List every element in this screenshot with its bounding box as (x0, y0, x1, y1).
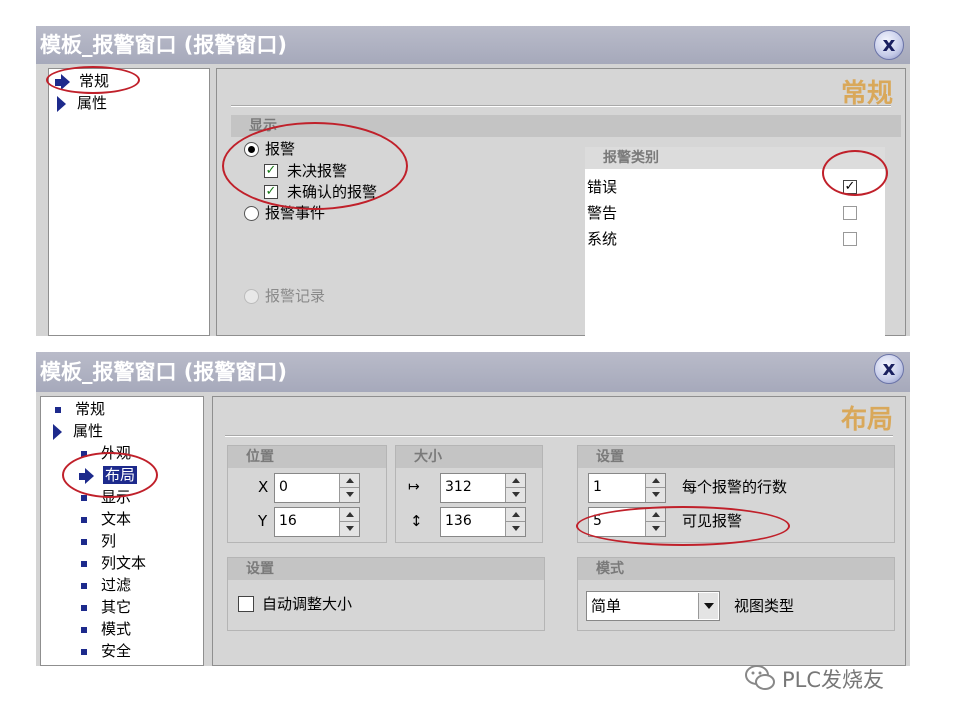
category-warning: 警告 (587, 204, 618, 222)
property-tree: 常规 属性 外观 布局 显示 文本 列 列文本 过滤 其它 模式 安全 (40, 396, 204, 666)
alarm-log-label: 报警记录 (265, 287, 326, 305)
divider (225, 435, 893, 437)
spin-buttons[interactable] (339, 508, 359, 536)
chevron-down-icon[interactable] (698, 593, 718, 619)
tree-item-other[interactable]: 其它 (81, 597, 131, 617)
view-type-value: 简单 (591, 597, 622, 615)
height-stepper[interactable]: 136 (440, 507, 526, 537)
bullet-icon (81, 582, 87, 589)
bullet-icon (81, 560, 87, 567)
x-value: 0 (279, 479, 288, 495)
width-stepper[interactable]: 312 (440, 473, 526, 503)
tree-item-label: 属性 (73, 422, 104, 440)
tree-item-general[interactable]: 常规 (55, 399, 105, 419)
bullet-icon (81, 626, 87, 633)
property-tree: 常规 属性 (48, 68, 210, 336)
mode-group: 模式 简单 视图类型 (577, 557, 895, 631)
x-label: X (258, 478, 269, 496)
width-icon: ↦ (408, 479, 420, 495)
y-position-stepper[interactable]: 16 (274, 507, 360, 537)
category-warning-checkbox[interactable] (843, 206, 857, 220)
bullet-icon (81, 516, 87, 523)
group-header-position: 位置 (228, 446, 386, 468)
dialog-title: 模板_报警窗口 (报警窗口) (40, 360, 288, 384)
tree-item-label: 列文本 (101, 554, 147, 572)
spin-buttons[interactable] (505, 474, 525, 502)
panel-heading: 布局 (840, 405, 893, 435)
spin-buttons[interactable] (339, 474, 359, 502)
position-group: 位置 X 0 Y 16 (227, 445, 387, 543)
group-header-mode: 模式 (578, 558, 894, 580)
watermark-text: PLC发烧友 (782, 668, 885, 692)
tree-item-properties[interactable]: 属性 (53, 421, 103, 441)
y-value: 16 (279, 513, 297, 529)
rows-label: 每个报警的行数 (682, 478, 788, 496)
spin-buttons[interactable] (505, 508, 525, 536)
dialog-titlebar[interactable]: 模板_报警窗口 (报警窗口) (36, 352, 910, 392)
category-system: 系统 (587, 230, 618, 248)
tree-item-label: 常规 (75, 400, 106, 418)
tree-item-mode[interactable]: 模式 (81, 619, 131, 639)
autosize-group: 设置 自动调整大小 (227, 557, 545, 631)
category-error: 错误 (587, 178, 618, 196)
tree-item-label: 过滤 (101, 576, 132, 594)
tree-item-text[interactable]: 文本 (81, 509, 131, 529)
dialog-titlebar[interactable]: 模板_报警窗口 (报警窗口) (36, 26, 910, 64)
tree-item-label: 属性 (77, 94, 108, 112)
rows-value: 1 (593, 479, 602, 495)
y-label: Y (258, 512, 268, 530)
tree-item-label: 安全 (101, 642, 132, 660)
size-group: 大小 ↦ 312 ↕ 136 (395, 445, 543, 543)
bullet-icon (81, 494, 87, 501)
tree-item-properties[interactable]: 属性 (57, 93, 107, 113)
tree-item-filter[interactable]: 过滤 (81, 575, 131, 595)
tree-item-label: 其它 (101, 598, 132, 616)
width-value: 312 (445, 479, 472, 495)
expand-triangle-icon (53, 423, 62, 440)
dialog-layout: 模板_报警窗口 (报警窗口) x 常规 属性 外观 布局 显示 文本 列 列文本… (36, 352, 910, 666)
alarm-log-radio[interactable] (244, 289, 259, 304)
highlight-ellipse (222, 122, 408, 210)
category-system-checkbox[interactable] (843, 232, 857, 246)
tree-item-column[interactable]: 列 (81, 531, 116, 551)
group-header-settings: 设置 (228, 558, 544, 580)
highlight-ellipse (46, 66, 140, 94)
group-header-size: 大小 (396, 446, 542, 468)
tree-item-column-text[interactable]: 列文本 (81, 553, 146, 573)
tree-item-label: 模式 (101, 620, 132, 638)
autosize-label: 自动调整大小 (262, 595, 353, 613)
close-icon[interactable]: x (874, 354, 904, 384)
highlight-ellipse (62, 452, 158, 498)
bullet-icon (81, 648, 87, 655)
bullet-icon (81, 538, 87, 545)
bullet-icon (81, 604, 87, 611)
view-type-label: 视图类型 (734, 597, 795, 615)
autosize-checkbox[interactable] (238, 596, 254, 612)
tree-item-label: 文本 (101, 510, 132, 528)
dialog-general: 模板_报警窗口 (报警窗口) x 常规 属性 常规 显示 报警 ✓ 未决报警 ✓… (36, 26, 910, 336)
settings-panel: 布局 位置 X 0 Y 16 大小 ↦ 312 ↕ 136 设置 1 每个报警的… (212, 396, 906, 666)
view-type-dropdown[interactable]: 简单 (586, 591, 720, 621)
expand-triangle-icon (57, 95, 66, 112)
spin-buttons[interactable] (645, 474, 665, 502)
alarm-event-radio[interactable] (244, 206, 259, 221)
group-header-settings: 设置 (578, 446, 894, 468)
wechat-icon (745, 665, 775, 690)
highlight-ellipse (822, 150, 888, 196)
divider (231, 105, 891, 107)
tree-item-security[interactable]: 安全 (81, 641, 131, 661)
height-value: 136 (445, 513, 472, 529)
tree-item-label: 列 (101, 532, 117, 550)
close-icon[interactable]: x (874, 30, 904, 60)
rows-per-alarm-stepper[interactable]: 1 (588, 473, 666, 503)
bullet-icon (55, 406, 61, 413)
x-position-stepper[interactable]: 0 (274, 473, 360, 503)
dialog-title: 模板_报警窗口 (报警窗口) (40, 33, 288, 57)
highlight-ellipse (576, 506, 790, 546)
height-icon: ↕ (410, 512, 423, 530)
